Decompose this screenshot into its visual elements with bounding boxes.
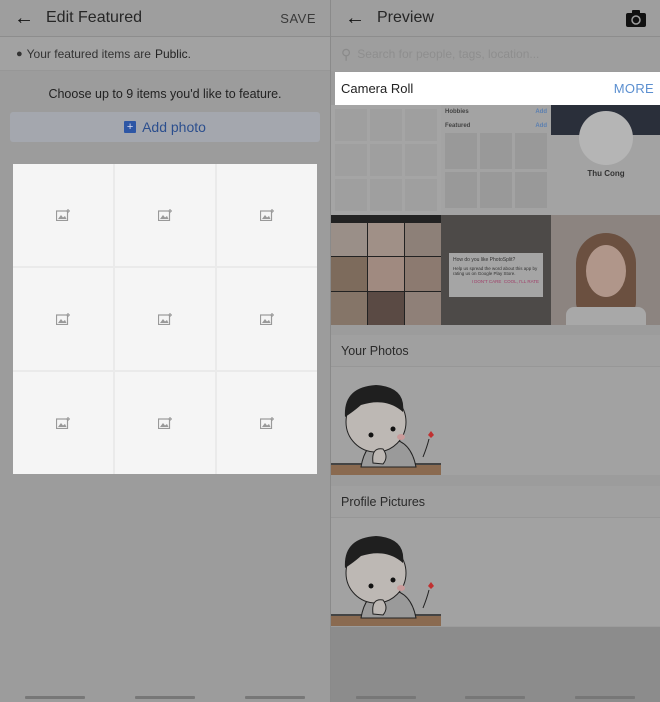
photo-thumbnail[interactable]: How do you like PhotoSplit? Help us spre… (441, 215, 551, 325)
featured-slot[interactable] (217, 372, 317, 474)
thumb-text: Thu Cong (587, 169, 625, 178)
globe-icon: ● (16, 47, 23, 60)
album-cover-image (331, 518, 441, 626)
privacy-suffix: . (187, 46, 191, 61)
thumb-text: Featured (445, 123, 471, 129)
your-photos-header: Your Photos (331, 335, 660, 367)
nav-bar (331, 692, 660, 702)
add-image-icon (56, 417, 70, 429)
nav-bar (0, 692, 330, 702)
featured-slot[interactable] (13, 372, 113, 474)
featured-slot[interactable] (13, 164, 113, 266)
featured-slot[interactable] (217, 164, 317, 266)
camera-roll-header: Camera Roll MORE (335, 72, 660, 105)
search-icon: ⚲ (341, 45, 352, 62)
photo-thumbnail[interactable] (331, 215, 441, 325)
featured-slot[interactable] (13, 268, 113, 370)
add-image-icon (158, 209, 172, 221)
thumb-text: Help us spread the word about this app b… (453, 266, 538, 276)
preview-panel: ← Preview ⚲ Search for people, tags, loc… (330, 0, 660, 702)
add-image-icon (158, 313, 172, 325)
arrow-left-icon[interactable]: ← (14, 7, 46, 30)
thumb-text: COOL, I'LL RATE (503, 279, 539, 284)
page-title: Edit Featured (46, 9, 143, 26)
your-photos-album[interactable] (331, 367, 660, 475)
edit-featured-panel: ← Edit Featured SAVE ● Your featured ite… (0, 0, 330, 702)
header: ← Edit Featured SAVE (0, 0, 330, 37)
profile-pictures-album[interactable] (331, 518, 660, 626)
page-title: Preview (377, 9, 434, 26)
save-button[interactable]: SAVE (280, 11, 316, 26)
photo-thumbnail[interactable]: Hobbies Add Featured Add (441, 105, 551, 215)
camera-icon[interactable] (626, 9, 646, 27)
privacy-text: Your featured items are (26, 46, 151, 61)
search-input[interactable]: ⚲ Search for people, tags, location... (331, 37, 660, 71)
featured-grid (13, 164, 317, 474)
thumb-text: Hobbies (445, 109, 469, 115)
thumb-text: How do you like PhotoSplit? (453, 257, 516, 263)
album-cover-image (331, 367, 441, 475)
featured-slot[interactable] (115, 164, 215, 266)
add-image-icon (260, 313, 274, 325)
add-image-icon (260, 417, 274, 429)
thumb-text: Add (535, 109, 547, 115)
arrow-left-icon[interactable]: ← (345, 7, 377, 30)
camera-roll-thumbnails: Hobbies Add Featured Add Thu Cong How do y… (331, 105, 660, 325)
add-photo-label: Add photo (142, 119, 206, 135)
privacy-notice: ● Your featured items are Public. (0, 37, 330, 71)
add-image-icon (56, 209, 70, 221)
instruction: Choose up to 9 items you'd like to featu… (48, 87, 282, 101)
thumb-text: I DON'T CARE (471, 279, 502, 284)
add-photo-button[interactable]: + Add photo (10, 112, 320, 142)
photo-thumbnail[interactable] (551, 215, 660, 325)
add-image-icon (158, 417, 172, 429)
profile-pictures-header: Profile Pictures (331, 486, 660, 518)
add-photo-icon: + (124, 121, 137, 133)
photo-thumbnail[interactable]: Thu Cong (551, 105, 660, 215)
photo-thumbnail[interactable] (331, 105, 441, 215)
privacy-value[interactable]: Public (155, 47, 188, 61)
camera-roll-title: Camera Roll (341, 81, 414, 96)
featured-slot[interactable] (217, 268, 317, 370)
thumb-text: Add (535, 123, 547, 129)
header: ← Preview (331, 0, 660, 37)
add-image-icon (56, 313, 70, 325)
featured-slot[interactable] (115, 372, 215, 474)
add-image-icon (260, 209, 274, 221)
featured-slot[interactable] (115, 268, 215, 370)
search-placeholder: Search for people, tags, location... (357, 47, 540, 61)
more-button[interactable]: MORE (614, 81, 654, 96)
